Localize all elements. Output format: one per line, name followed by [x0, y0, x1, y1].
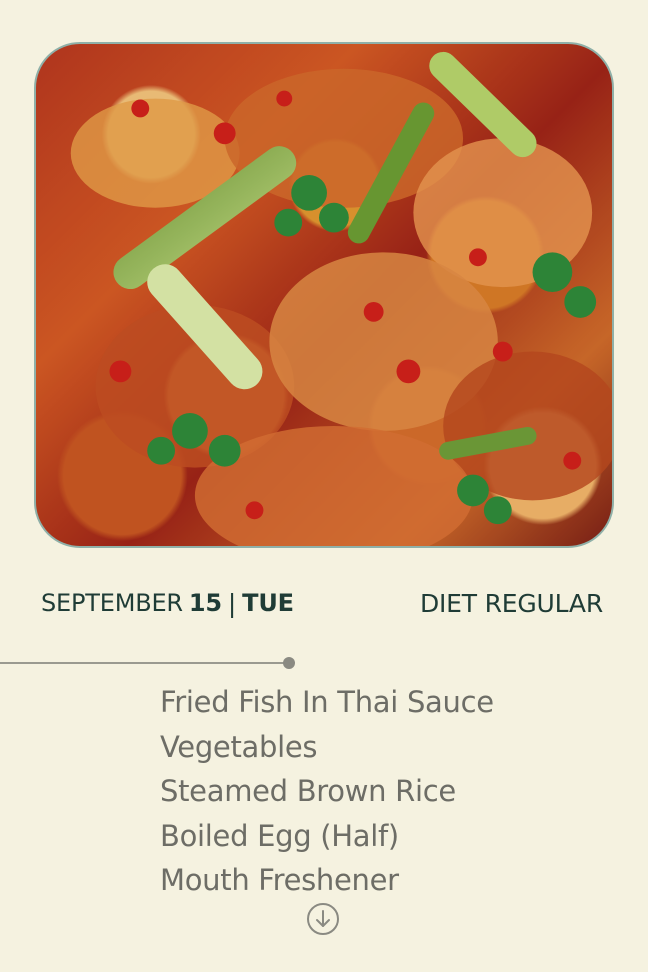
weekday-label: TUE: [242, 589, 294, 617]
date-separator: |: [227, 588, 237, 618]
diet-type-label: DIET REGULAR: [419, 588, 603, 618]
meal-date: SEPTEMBER 15 | TUE: [41, 586, 294, 620]
meal-menu-list: Fried Fish In Thai Sauce Vegetables Stea…: [160, 680, 494, 903]
section-divider: [0, 662, 289, 664]
menu-item: Steamed Brown Rice: [160, 774, 456, 808]
menu-item: Vegetables: [160, 729, 318, 764]
menu-item: Fried Fish In Thai Sauce: [160, 685, 494, 719]
month-label: SEPTEMBER: [41, 589, 183, 617]
menu-item: Boiled Egg (Half): [160, 818, 399, 853]
arrow-down-circle-icon[interactable]: [306, 902, 340, 936]
food-image: [34, 42, 614, 548]
day-number: 15: [188, 589, 222, 617]
menu-item: Mouth Freshener: [160, 863, 399, 897]
divider-dot: [283, 657, 295, 669]
